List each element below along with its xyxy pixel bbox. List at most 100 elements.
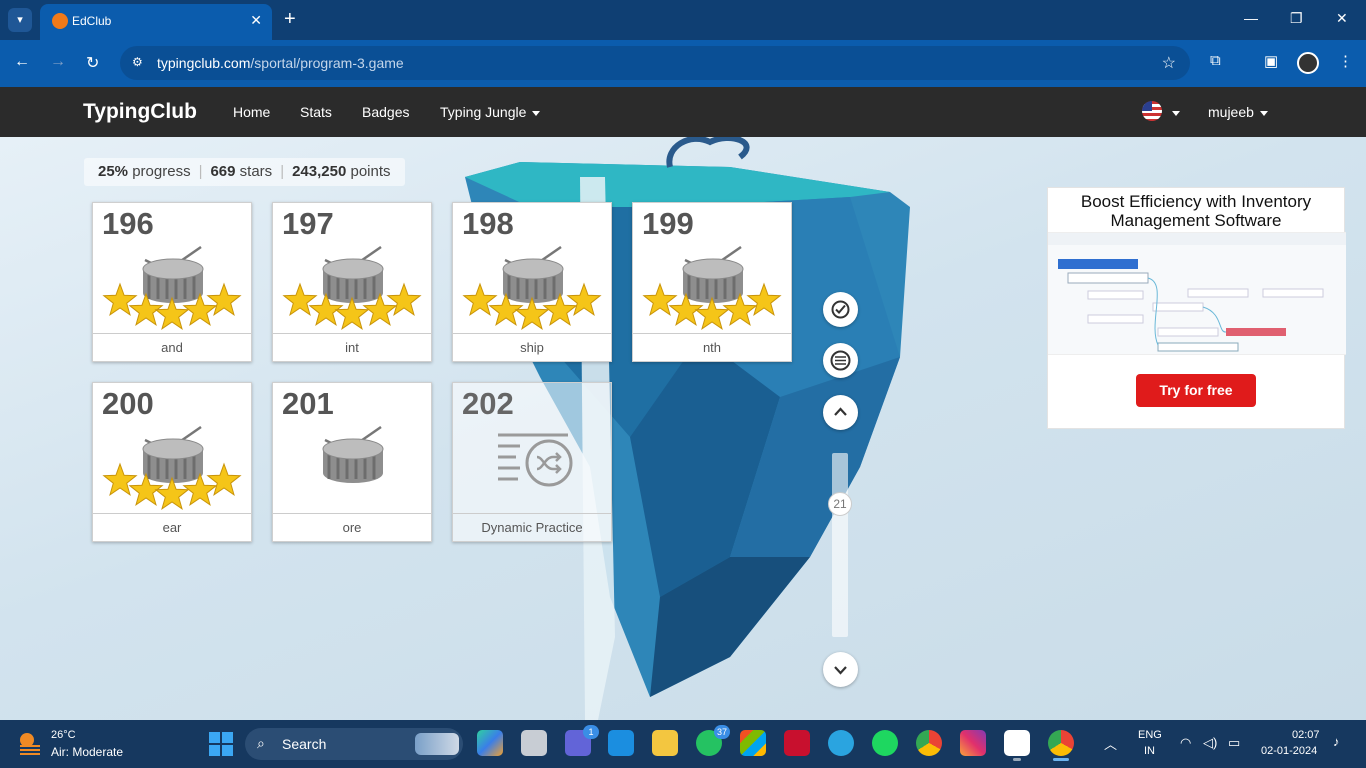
tab-close-icon[interactable]: ✕ bbox=[250, 12, 262, 29]
clock-date[interactable]: 02-01-2024 bbox=[1261, 745, 1317, 757]
user-menu-dropdown[interactable]: mujeeb bbox=[1208, 104, 1268, 120]
stars-value: 669 bbox=[210, 163, 236, 180]
clock-time[interactable]: 02:07 bbox=[1292, 729, 1320, 741]
forward-arrow-icon[interactable]: → bbox=[50, 53, 66, 71]
browser-tab[interactable]: EdClub ✕ bbox=[40, 4, 272, 40]
address-bar[interactable]: ⚙ typingclub.com/sportal/program-3.game … bbox=[120, 46, 1190, 80]
teams-badge: 1 bbox=[583, 725, 599, 739]
weather-temperature[interactable]: 26°C bbox=[51, 729, 76, 741]
search-icon: ⌕ bbox=[257, 735, 265, 751]
site-nav-bar: TypingClub Home Stats Badges Typing Jung… bbox=[0, 87, 1366, 137]
site-info-icon[interactable]: ⚙ bbox=[132, 55, 143, 69]
lesson-label: int bbox=[273, 333, 431, 361]
profile-avatar[interactable] bbox=[1297, 52, 1319, 74]
word-app-icon[interactable] bbox=[1004, 730, 1030, 756]
lesson-card[interactable]: 202 Dynamic Practice bbox=[452, 382, 612, 542]
menu-button[interactable] bbox=[823, 343, 858, 378]
ad-title: Boost Efficiency with Inventory Manageme… bbox=[1080, 192, 1312, 230]
spotify-icon[interactable] bbox=[872, 730, 898, 756]
taskbar-search-box[interactable]: ⌕ Search bbox=[245, 728, 463, 760]
star-icon bbox=[102, 282, 138, 316]
whatsapp-badge: 37 bbox=[713, 725, 730, 739]
chevron-down-icon bbox=[532, 110, 541, 116]
tab-title: EdClub bbox=[72, 14, 112, 28]
stats-divider: | bbox=[280, 163, 285, 180]
show-hidden-icons-icon[interactable]: ︿ bbox=[1104, 734, 1117, 753]
lesson-map: 25% progress | 669 stars | 243,250 points 19… bbox=[0, 137, 1366, 720]
points-label: points bbox=[350, 163, 391, 180]
nav-stats-link[interactable]: Stats bbox=[300, 104, 332, 120]
advertisement[interactable]: Boost Efficiency with Inventory Manageme… bbox=[1047, 187, 1346, 429]
weather-air-quality[interactable]: Air: Moderate bbox=[51, 745, 123, 759]
instagram-icon[interactable] bbox=[960, 730, 986, 756]
star-icon bbox=[206, 462, 242, 496]
microsoft-store-icon[interactable] bbox=[740, 730, 766, 756]
weather-haze-icon[interactable] bbox=[18, 730, 42, 758]
bookmark-star-icon[interactable]: ☆ bbox=[1162, 53, 1176, 73]
browser-tab-bar: ▾ EdClub ✕ + — ❐ ✕ bbox=[0, 0, 1366, 40]
scroll-up-button[interactable] bbox=[823, 395, 858, 430]
lesson-number: 202 bbox=[462, 386, 514, 421]
nav-typing-jungle-dropdown[interactable]: Typing Jungle bbox=[440, 104, 541, 120]
teams-chat-icon[interactable]: 1 bbox=[565, 725, 599, 756]
star-icon bbox=[746, 282, 782, 316]
vscode-icon[interactable] bbox=[608, 730, 634, 756]
username-label: mujeeb bbox=[1208, 104, 1254, 120]
chrome-icon[interactable] bbox=[916, 730, 942, 756]
notification-bell-icon[interactable]: ♪ bbox=[1333, 734, 1340, 749]
star-icon bbox=[386, 282, 422, 316]
chrome-profile-icon[interactable] bbox=[1048, 730, 1074, 756]
star-icon bbox=[154, 476, 190, 510]
window-close-button[interactable]: ✕ bbox=[1336, 10, 1348, 27]
new-tab-button[interactable]: + bbox=[284, 8, 296, 30]
language-indicator[interactable]: ENG bbox=[1138, 729, 1162, 741]
lesson-label: ship bbox=[453, 333, 611, 361]
typingclub-logo[interactable]: TypingClub bbox=[83, 100, 197, 124]
check-circle-button[interactable] bbox=[823, 292, 858, 327]
lesson-card[interactable]: 199 nth bbox=[632, 202, 792, 362]
scroll-down-button[interactable] bbox=[823, 652, 858, 687]
minimize-button[interactable]: — bbox=[1244, 10, 1258, 26]
search-highlight-image bbox=[415, 733, 459, 755]
lesson-card[interactable]: 196 and bbox=[92, 202, 252, 362]
lesson-card[interactable]: 197 int bbox=[272, 202, 432, 362]
lesson-number: 196 bbox=[102, 206, 154, 241]
maximize-button[interactable]: ❐ bbox=[1290, 10, 1303, 27]
progress-label: progress bbox=[132, 163, 191, 180]
file-explorer-icon[interactable] bbox=[652, 730, 678, 756]
lesson-card[interactable]: 201 ore bbox=[272, 382, 432, 542]
ad-try-for-free-button[interactable]: Try for free bbox=[1136, 374, 1256, 407]
side-panel-icon[interactable]: ▣ bbox=[1264, 52, 1278, 70]
language-chevron-down-icon[interactable] bbox=[1172, 111, 1180, 116]
region-indicator[interactable]: IN bbox=[1144, 745, 1155, 757]
nav-badges-link[interactable]: Badges bbox=[362, 104, 409, 120]
lesson-card[interactable]: 198 ship bbox=[452, 202, 612, 362]
check-circle-icon bbox=[831, 300, 850, 319]
progress-stats-bar: 25% progress | 669 stars | 243,250 points bbox=[84, 158, 405, 186]
battery-icon[interactable]: ▭ bbox=[1228, 735, 1240, 751]
lesson-label: ear bbox=[93, 513, 251, 541]
map-scroll-track[interactable] bbox=[832, 453, 848, 637]
us-flag-icon[interactable] bbox=[1142, 101, 1162, 121]
wifi-icon[interactable]: ◠ bbox=[1180, 735, 1191, 751]
tab-search-button[interactable]: ▾ bbox=[8, 8, 32, 32]
extensions-icon[interactable]: ⧉ bbox=[1210, 52, 1221, 69]
map-scroll-handle[interactable]: 21 bbox=[828, 492, 852, 516]
lesson-number: 199 bbox=[642, 206, 694, 241]
mcafee-icon[interactable] bbox=[784, 730, 810, 756]
browser-menu-icon[interactable]: ⋮ bbox=[1338, 52, 1353, 70]
copilot-icon[interactable] bbox=[477, 730, 503, 756]
help-icon[interactable] bbox=[828, 730, 854, 756]
task-view-icon[interactable] bbox=[521, 730, 547, 756]
star-icon bbox=[334, 296, 370, 330]
star-icon bbox=[514, 296, 550, 330]
nav-home-link[interactable]: Home bbox=[233, 104, 270, 120]
progress-value: 25% bbox=[98, 163, 129, 180]
volume-icon[interactable]: ◁) bbox=[1203, 735, 1217, 751]
lesson-card[interactable]: 200 ear bbox=[92, 382, 252, 542]
back-arrow-icon[interactable]: ← bbox=[14, 53, 30, 71]
reload-icon[interactable]: ↻ bbox=[86, 53, 99, 73]
star-icon bbox=[566, 282, 602, 316]
windows-start-button[interactable] bbox=[209, 732, 233, 756]
whatsapp-icon[interactable]: 37 bbox=[696, 725, 730, 756]
